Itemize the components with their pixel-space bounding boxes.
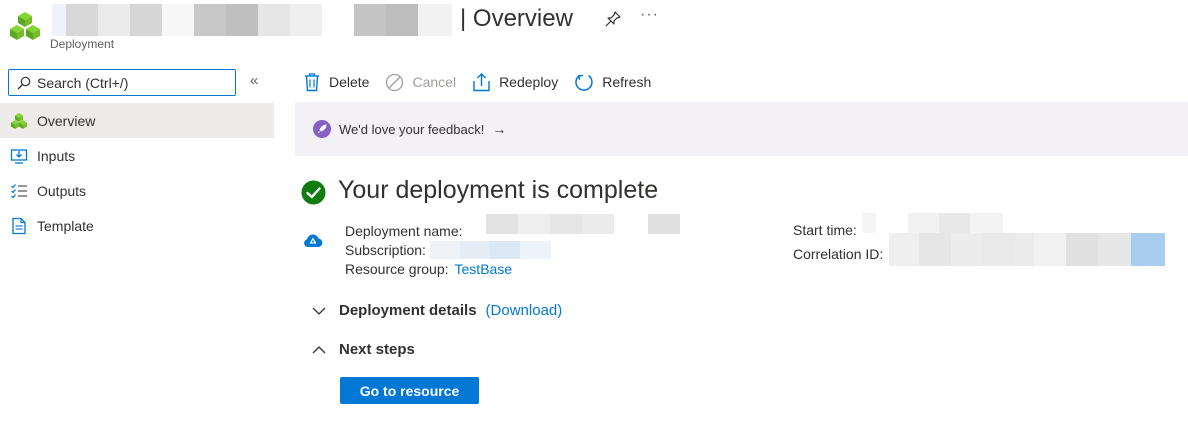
start-time-label: Start time: <box>793 222 857 238</box>
redacted-subscription <box>430 241 551 259</box>
pin-icon[interactable] <box>604 10 622 28</box>
sidebar-item-inputs[interactable]: Inputs <box>0 138 274 173</box>
arrow-right-icon: → <box>492 121 507 137</box>
deployment-overview-page: | Overview ··· Deployment « <box>0 0 1188 421</box>
inputs-icon <box>10 147 28 165</box>
deployment-details-label: Deployment details <box>339 302 477 319</box>
redeploy-label: Redeploy <box>499 74 559 90</box>
resource-type-subtitle: Deployment <box>50 37 115 51</box>
sidebar-item-label: Outputs <box>37 182 87 199</box>
redacted-start-time <box>862 213 1003 233</box>
download-link[interactable]: (Download) <box>486 302 563 319</box>
correlation-id-label: Correlation ID: <box>793 246 884 262</box>
redacted-correlation-id <box>889 233 1165 266</box>
trash-icon <box>305 73 319 92</box>
deployment-logo-icon <box>10 12 40 40</box>
outputs-icon <box>10 182 28 200</box>
refresh-icon <box>575 74 593 91</box>
sidebar-item-template[interactable]: Template <box>0 208 274 243</box>
search-box[interactable] <box>8 69 236 96</box>
deployment-details-toggle[interactable]: Deployment details (Download) <box>311 302 562 319</box>
chevron-down-icon <box>312 307 326 315</box>
sidebar-item-label: Inputs <box>37 147 76 164</box>
delete-label: Delete <box>329 74 370 90</box>
sidebar-nav: Overview Inputs Outputs Template <box>0 103 274 243</box>
chevron-up-icon <box>312 345 326 353</box>
deployment-name-label: Deployment name: <box>345 223 463 239</box>
resource-group-label: Resource group: <box>345 261 449 277</box>
more-options-button[interactable]: ··· <box>640 6 659 24</box>
refresh-button[interactable]: Refresh <box>574 72 651 92</box>
go-to-resource-button[interactable]: Go to resource <box>340 377 479 404</box>
resource-group-link[interactable]: TestBase <box>455 260 513 279</box>
refresh-label: Refresh <box>602 74 652 90</box>
template-icon <box>10 217 28 235</box>
command-toolbar: Delete Cancel Redeploy Refresh <box>303 70 667 94</box>
subscription-label: Subscription: <box>345 242 426 258</box>
feedback-banner[interactable]: We'd love your feedback! → <box>295 102 1188 156</box>
redeploy-button[interactable]: Redeploy <box>472 72 558 92</box>
upload-icon <box>473 73 490 92</box>
sidebar-item-overview[interactable]: Overview <box>0 103 274 138</box>
collapse-sidebar-button[interactable]: « <box>250 72 258 89</box>
redacted-resource-name <box>52 4 454 36</box>
redacted-deployment-name <box>470 214 680 234</box>
cancel-icon <box>386 73 404 91</box>
deployment-icon <box>10 112 28 130</box>
search-icon <box>17 76 31 89</box>
page-header: | Overview ··· Deployment <box>0 0 1188 60</box>
search-input[interactable] <box>37 74 227 91</box>
cancel-label: Cancel <box>412 74 457 90</box>
sidebar-item-outputs[interactable]: Outputs <box>0 173 274 208</box>
page-title: | Overview <box>460 5 573 32</box>
cancel-button[interactable]: Cancel <box>385 73 456 92</box>
delete-button[interactable]: Delete <box>303 72 369 92</box>
deployment-status-title: Your deployment is complete <box>338 176 659 204</box>
feedback-text: We'd love your feedback! <box>339 121 485 137</box>
sidebar-item-label: Overview <box>37 112 96 129</box>
next-steps-toggle[interactable]: Next steps <box>311 341 415 358</box>
rocket-icon <box>313 120 331 138</box>
next-steps-label: Next steps <box>339 341 415 358</box>
success-check-icon <box>301 180 326 205</box>
sidebar-item-label: Template <box>37 217 94 234</box>
cloud-deployment-icon <box>304 234 323 247</box>
